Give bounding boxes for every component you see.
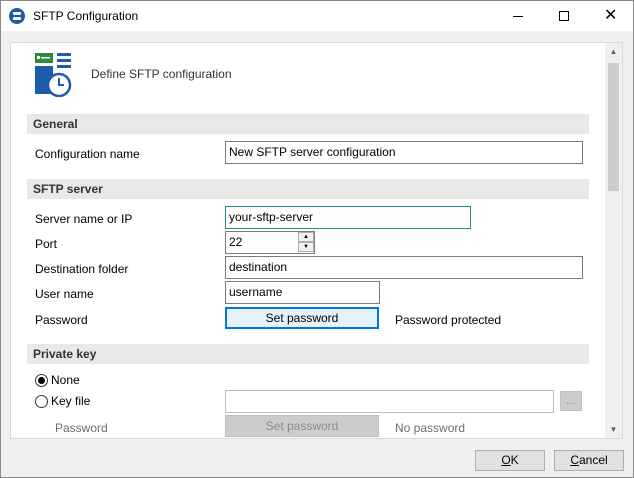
close-button[interactable]: ✕ <box>587 1 633 31</box>
password-label: Password <box>35 313 88 327</box>
none-radio[interactable] <box>35 374 48 387</box>
scroll-thumb[interactable] <box>608 63 619 191</box>
app-icon <box>9 8 25 24</box>
port-down-button[interactable]: ▼ <box>298 242 314 252</box>
destination-folder-label: Destination folder <box>35 262 129 276</box>
key-file-radio[interactable] <box>35 395 48 408</box>
close-icon: ✕ <box>604 7 618 24</box>
configuration-name-label: Configuration name <box>35 147 140 161</box>
scroll-up-icon[interactable]: ▲ <box>605 47 622 59</box>
sftp-configuration-window: SFTP Configuration ✕ Define SFTP configu… <box>0 0 634 478</box>
title-bar: SFTP Configuration ✕ <box>1 1 633 31</box>
cancel-label: ancel <box>578 453 608 467</box>
password-status: Password protected <box>395 313 502 327</box>
private-key-section-header: Private key <box>27 344 589 364</box>
maximize-button[interactable] <box>541 1 587 31</box>
none-label: None <box>51 373 80 387</box>
header-title: Define SFTP configuration <box>91 67 232 81</box>
key-file-label: Key file <box>51 394 91 408</box>
key-password-status: No password <box>395 421 466 435</box>
port-up-button[interactable]: ▲ <box>298 232 314 242</box>
set-password-button[interactable]: Set password <box>225 307 379 329</box>
maximize-icon <box>559 11 569 21</box>
server-name-input[interactable]: your-sftp-server <box>225 206 471 229</box>
ok-label: K <box>510 453 519 467</box>
port-label: Port <box>35 237 58 251</box>
sftp-config-icon <box>35 53 72 97</box>
configuration-name-input[interactable]: New SFTP server configuration <box>225 141 583 164</box>
ok-button[interactable]: OK <box>475 450 545 471</box>
key-set-password-button[interactable]: Set password <box>225 415 379 437</box>
cancel-button[interactable]: Cancel <box>554 450 624 471</box>
key-password-label: Password <box>55 421 108 435</box>
config-panel: Define SFTP configuration General Config… <box>10 42 623 439</box>
minimize-icon <box>513 16 523 17</box>
server-name-label: Server name or IP <box>35 212 133 226</box>
port-spinner: ▲ ▼ <box>298 232 314 253</box>
key-file-input[interactable] <box>225 390 554 413</box>
user-name-input[interactable]: username <box>225 281 380 304</box>
window-title: SFTP Configuration <box>33 9 139 23</box>
ok-accelerator: O <box>501 453 511 467</box>
general-section-header: General <box>27 114 589 134</box>
sftp-server-section-header: SFTP server <box>27 179 589 199</box>
minimize-button[interactable] <box>495 1 541 31</box>
browse-button[interactable]: ... <box>560 391 582 411</box>
port-value: 22 <box>229 235 243 249</box>
vertical-scrollbar[interactable]: ▲ ▼ <box>605 43 622 438</box>
user-name-label: User name <box>35 287 94 301</box>
cancel-accelerator: C <box>570 453 579 467</box>
scroll-down-icon[interactable]: ▼ <box>605 425 622 437</box>
destination-folder-input[interactable]: destination <box>225 256 583 279</box>
